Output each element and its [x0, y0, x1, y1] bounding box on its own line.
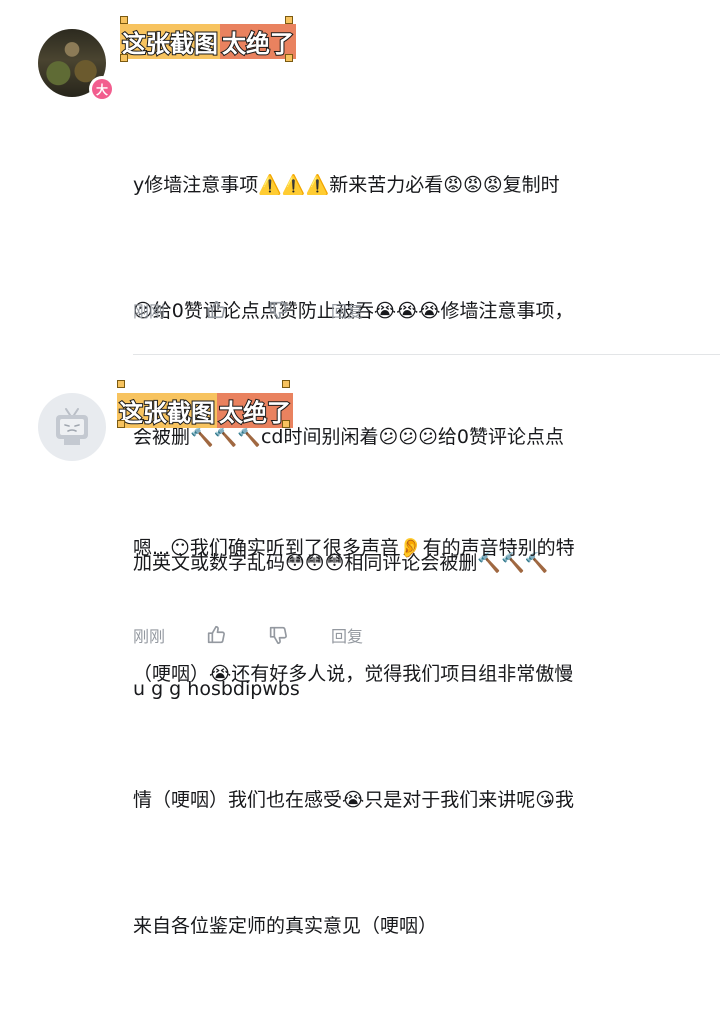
tag-corner [120, 54, 128, 62]
comment-meta: 刚刚 回复 [133, 298, 363, 322]
bilibili-tv-icon [54, 407, 90, 447]
comment-text: 嗯...😶我们确实听到了很多声音👂有的声音特别的特 （哽咽）😭还有好多人说，觉得… [133, 443, 575, 1031]
thumbs-down-icon[interactable] [267, 299, 305, 321]
tag-corner [282, 420, 290, 428]
username-label[interactable]: 这张截图 太绝了 [117, 390, 293, 430]
tag-corner [282, 380, 290, 388]
thumbs-up-icon[interactable] [205, 624, 243, 646]
badge-text: 大 [92, 79, 112, 99]
timestamp: 刚刚 [133, 627, 166, 646]
comment-meta: 刚刚 回复 [133, 623, 363, 647]
tag-corner [285, 54, 293, 62]
user-avatar[interactable] [38, 393, 106, 461]
thumbs-down-icon[interactable] [267, 624, 305, 646]
thumbs-up-icon[interactable] [205, 299, 243, 321]
comment-divider [133, 354, 720, 355]
reply-button[interactable]: 回复 [331, 623, 363, 647]
comment-line: 来自各位鉴定师的真实意见（哽咽） [133, 915, 438, 937]
username-label[interactable]: 这张截图 太绝了 [120, 21, 296, 61]
reply-button[interactable]: 回复 [331, 298, 363, 322]
comment-line: （哽咽）😭还有好多人说，觉得我们项目组非常傲慢 [133, 663, 574, 685]
tag-corner [117, 420, 125, 428]
comment-line: y修墙注意事项⚠️⚠️⚠️新来苦力必看😡😡😡复制时 [133, 174, 560, 196]
tag-corner [117, 380, 125, 388]
comment-line: 嗯...😶我们确实听到了很多声音👂有的声音特别的特 [133, 537, 575, 559]
username-part-1: 这张截图 [117, 392, 217, 428]
timestamp: 刚刚 [133, 302, 166, 321]
username-part-1: 这张截图 [120, 23, 220, 59]
vip-badge: 大 [89, 76, 115, 102]
tag-corner [120, 16, 128, 24]
comment-line: 情（哽咽）我们也在感受😭只是对于我们来讲呢😘我 [133, 789, 575, 811]
tag-corner [285, 16, 293, 24]
